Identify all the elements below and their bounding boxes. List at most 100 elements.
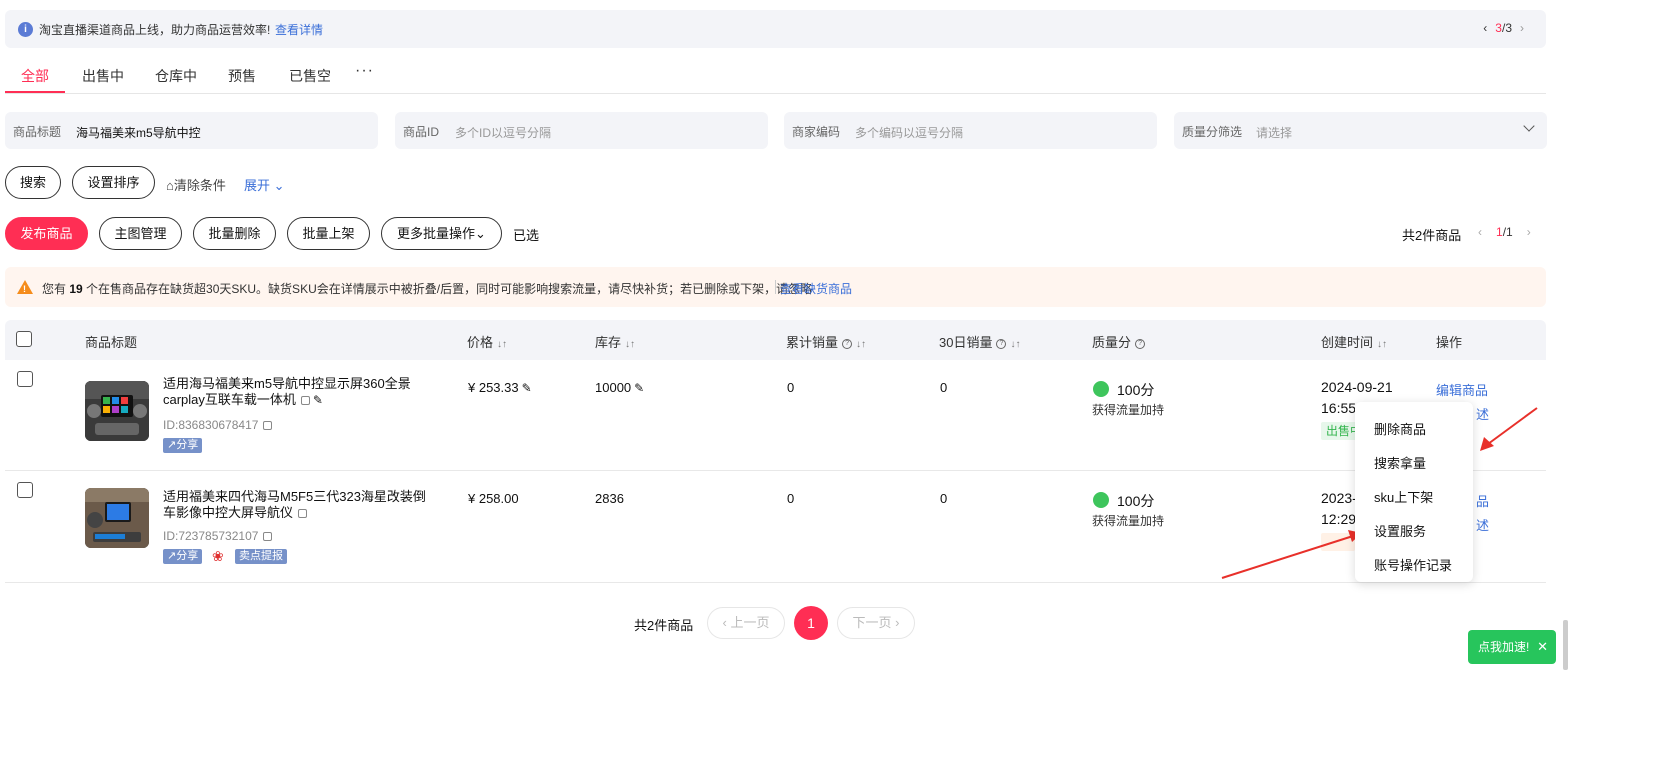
search-button[interactable]: 搜索: [5, 166, 61, 199]
tab-all[interactable]: 全部: [21, 66, 49, 86]
prev-page-button[interactable]: ‹ 上一页: [707, 607, 785, 639]
product-total: 共2件商品: [1402, 228, 1462, 243]
chevron-down-icon: [1523, 120, 1535, 132]
clear-conditions-button[interactable]: ⌂清除条件: [166, 175, 226, 194]
share-tag[interactable]: ↗分享: [163, 549, 203, 564]
chevron-right-icon[interactable]: ›: [1527, 225, 1531, 239]
title-filter-input[interactable]: 海马福美来m5导航中控: [76, 124, 201, 141]
help-icon: ?: [996, 338, 1007, 349]
top-page-total: /1: [1502, 225, 1513, 239]
top-page-current: 1: [1496, 225, 1503, 239]
speed-up-button[interactable]: 点我加速! ✕: [1468, 630, 1556, 664]
next-page-button[interactable]: 下一页 ›: [837, 607, 915, 639]
copy-icon[interactable]: [263, 532, 273, 542]
share-tag[interactable]: ↗分享: [163, 438, 203, 453]
main-image-button[interactable]: 主图管理: [99, 217, 182, 250]
warning-text: 您有 19 个在售商品存在缺货超30天SKU。缺货SKU会在详情展示中被折叠/后…: [42, 280, 812, 297]
chevron-left-icon[interactable]: ‹: [1483, 21, 1487, 35]
id-filter-input[interactable]: 多个ID以逗号分隔: [455, 124, 551, 141]
copy-icon[interactable]: [298, 509, 308, 519]
edit-icon[interactable]: ✎: [313, 393, 323, 407]
product-thumbnail[interactable]: [85, 488, 149, 548]
header-total-sales-label: 累计销量: [786, 335, 839, 350]
chevron-left-icon[interactable]: ‹: [1478, 225, 1482, 239]
header-total-sales[interactable]: 累计销量? ↓↑: [786, 332, 866, 351]
menu-item-delete[interactable]: 删除商品: [1374, 419, 1426, 438]
close-icon[interactable]: ✕: [1537, 630, 1548, 664]
describe-link[interactable]: 述: [1476, 404, 1489, 423]
code-filter-label: 商家编码: [792, 125, 841, 139]
expand-label: 展开: [244, 178, 271, 193]
more-tabs-icon[interactable]: ···: [355, 62, 374, 80]
share-tag-label: 分享: [176, 550, 199, 562]
row-checkbox[interactable]: [17, 371, 33, 387]
warning-prefix: 您有: [42, 282, 70, 296]
describe-link[interactable]: 述: [1476, 515, 1489, 534]
tab-on-sale[interactable]: 出售中: [82, 66, 124, 86]
product-title-text: 适用海马福美来m5导航中控显示屏360全景carplay互联车载一体机: [163, 376, 411, 407]
header-created-label: 创建时间: [1321, 335, 1374, 350]
quality-filter-select[interactable]: 质量分筛选 请选择: [1174, 112, 1547, 149]
select-all-checkbox[interactable]: [16, 331, 32, 347]
selling-point-tag[interactable]: 卖点提报: [235, 549, 287, 564]
pagination-total: 共2件商品: [634, 618, 694, 633]
trash-icon: ⌂: [166, 178, 174, 193]
id-filter-label: 商品ID: [403, 125, 440, 139]
warning-body: 个在售商品存在缺货超30天SKU。缺货SKU会在详情展示中被折叠/后置，同时可能…: [82, 282, 813, 296]
share-icon: ↗: [167, 550, 177, 562]
price-cell: ¥ 258.00: [468, 491, 519, 506]
more-batch-button[interactable]: 更多批量操作⌄: [381, 217, 502, 250]
notice-detail-link[interactable]: 查看详情: [275, 21, 323, 38]
menu-item-search-traffic[interactable]: 搜索拿量: [1374, 453, 1426, 472]
out-of-stock-warning: ! 您有 19 个在售商品存在缺货超30天SKU。缺货SKU会在详情展示中被折叠…: [5, 267, 1546, 307]
product-id-text: ID:836830678417: [163, 418, 259, 432]
divider: [775, 280, 776, 294]
edit-icon[interactable]: ✎: [634, 381, 644, 395]
set-sort-button[interactable]: 设置排序: [72, 166, 155, 199]
edit-product-link[interactable]: 编辑商品: [1436, 380, 1488, 399]
tab-presale[interactable]: 预售: [228, 66, 256, 86]
side-handle[interactable]: [1563, 620, 1568, 670]
header-stock[interactable]: 库存 ↓↑: [595, 332, 635, 351]
view-out-of-stock-link[interactable]: 查看缺货商品: [780, 280, 852, 297]
sort-icon: ↓↑: [1010, 339, 1021, 350]
tab-sold-out[interactable]: 已售空: [289, 66, 331, 86]
title-filter-field[interactable]: 商品标题 海马福美来m5导航中控: [5, 112, 378, 149]
batch-delete-button[interactable]: 批量删除: [193, 217, 276, 250]
product-title[interactable]: 适用海马福美来m5导航中控显示屏360全景carplay互联车载一体机 ✎: [163, 376, 438, 408]
code-filter-input[interactable]: 多个编码以逗号分隔: [855, 124, 963, 141]
product-title[interactable]: 适用福美来四代海马M5F5三代323海星改装倒车影像中控大屏导航仪: [163, 489, 438, 521]
header-price[interactable]: 价格 ↓↑: [467, 332, 507, 351]
copy-icon[interactable]: [300, 396, 310, 406]
menu-item-sku-toggle[interactable]: sku上下架: [1374, 487, 1433, 506]
tab-warehouse[interactable]: 仓库中: [155, 66, 197, 86]
product-id-text: ID:723785732107: [163, 529, 259, 543]
table-row: 适用海马福美来m5导航中控显示屏360全景carplay互联车载一体机 ✎ ID:…: [5, 360, 1546, 471]
sort-icon: ↓↑: [497, 339, 508, 350]
product-thumbnail[interactable]: [85, 381, 149, 441]
publish-product-button[interactable]: 发布商品: [5, 217, 88, 250]
info-icon: i: [18, 22, 33, 37]
chevron-down-icon: ⌄: [475, 226, 486, 241]
code-filter-field[interactable]: 商家编码 多个编码以逗号分隔: [784, 112, 1157, 149]
header-created[interactable]: 创建时间 ↓↑: [1321, 332, 1387, 351]
menu-item-account-log[interactable]: 账号操作记录: [1374, 555, 1452, 574]
expand-button[interactable]: 展开 ⌄: [244, 175, 285, 194]
car-interior-image: [85, 488, 149, 548]
row-checkbox[interactable]: [17, 482, 33, 498]
menu-item-set-service[interactable]: 设置服务: [1374, 521, 1426, 540]
edit-icon[interactable]: ✎: [522, 381, 532, 395]
quality-score: 100分: [1117, 382, 1155, 398]
chevron-right-icon[interactable]: ›: [1520, 21, 1524, 35]
header-title: 商品标题: [85, 335, 138, 350]
header-30d-sales[interactable]: 30日销量? ↓↑: [939, 332, 1020, 351]
quality-note: 获得流量加持: [1092, 514, 1165, 528]
notice-page-current: 3: [1495, 21, 1502, 35]
share-tag-label: 分享: [176, 439, 199, 451]
notice-text: 淘宝直播渠道商品上线，助力商品运营效率!: [39, 23, 271, 37]
copy-icon[interactable]: [263, 421, 273, 431]
id-filter-field[interactable]: 商品ID 多个ID以逗号分隔: [395, 112, 768, 149]
page-current[interactable]: 1: [794, 606, 828, 640]
edit-product-link[interactable]: 品: [1476, 491, 1489, 510]
batch-list-button[interactable]: 批量上架: [287, 217, 370, 250]
